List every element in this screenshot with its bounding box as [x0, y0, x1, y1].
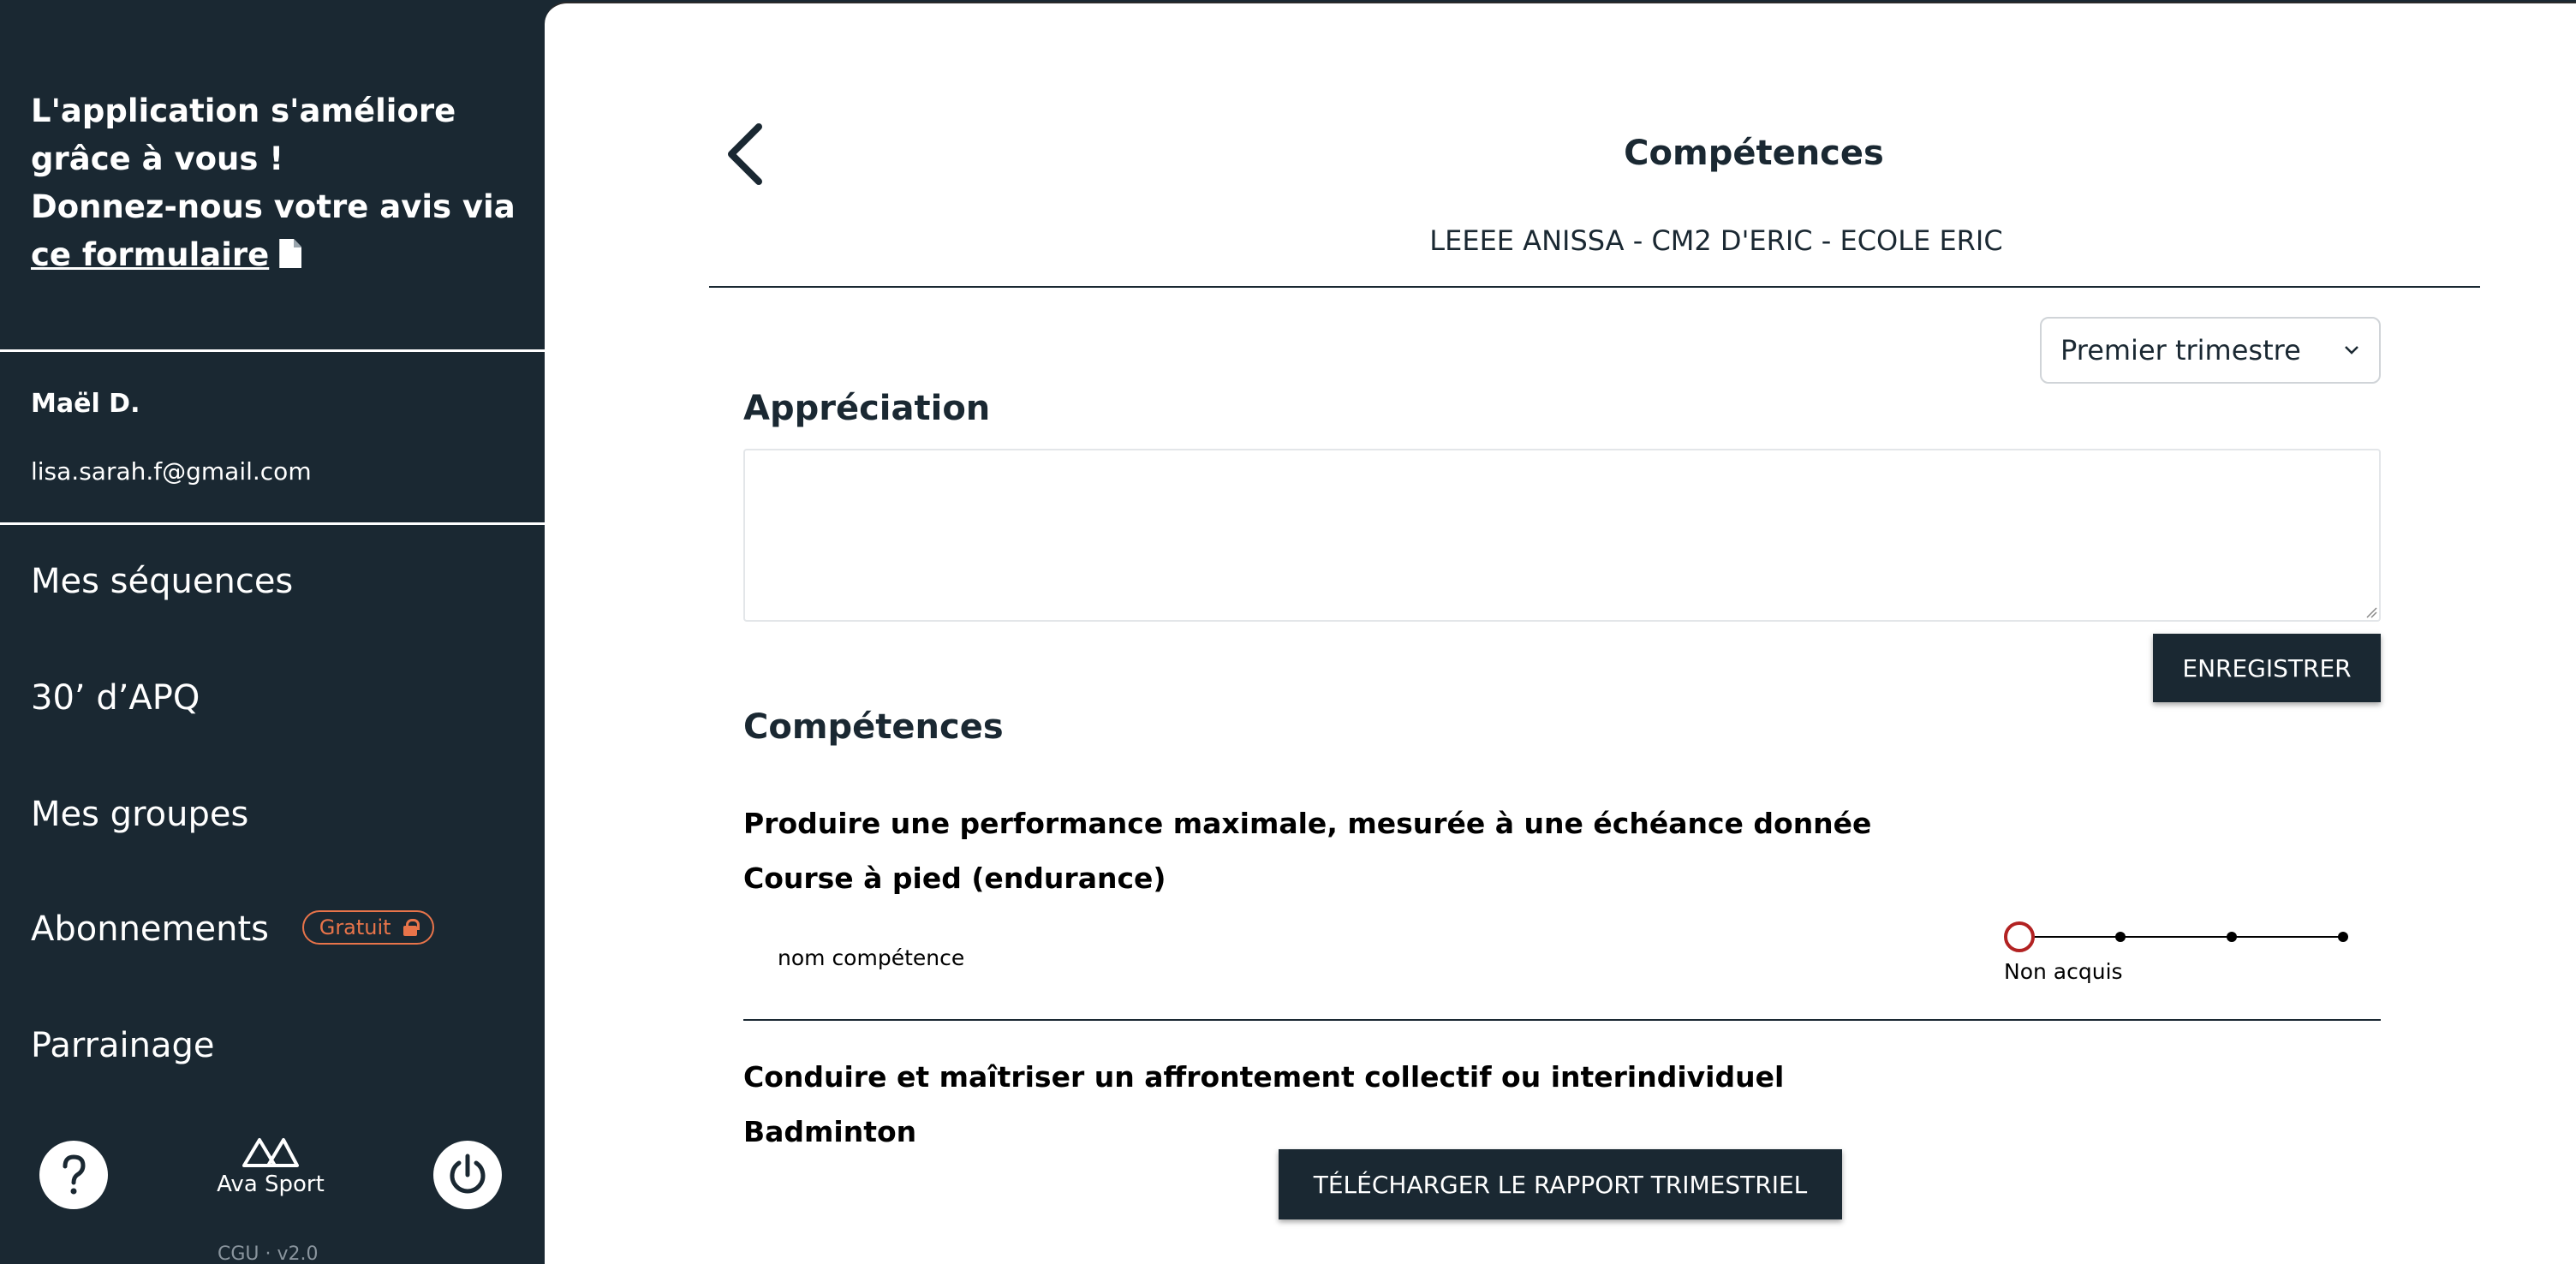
- feedback-line-3: Donnez-nous votre avis via: [31, 188, 516, 225]
- save-button[interactable]: ENREGISTRER: [2153, 634, 2381, 702]
- appreciation-textarea[interactable]: [743, 449, 2381, 622]
- sidebar-divider: [0, 522, 545, 525]
- user-email: lisa.sarah.f@gmail.com: [31, 457, 312, 486]
- skill-name: nom compétence: [778, 945, 965, 970]
- logout-button[interactable]: [433, 1141, 502, 1209]
- feedback-line-1: L'application s'améliore: [31, 92, 456, 129]
- period-select[interactable]: Premier trimestre: [2040, 317, 2381, 384]
- competence-goal: Conduire et maîtriser un affrontement co…: [743, 1060, 1785, 1094]
- power-icon: [450, 1154, 486, 1194]
- skill-divider: [743, 1019, 2381, 1021]
- page-title: Compétences: [1624, 134, 1884, 173]
- sidebar-item-label: Mes groupes: [31, 795, 249, 834]
- feedback-banner: L'application s'améliore grâce à vous ! …: [31, 87, 528, 279]
- level-1-selected[interactable]: [2004, 921, 2035, 952]
- sidebar-item-apq[interactable]: 30’ d’APQ: [31, 678, 200, 718]
- user-name: Maël D.: [31, 389, 140, 419]
- competence-goal: Produire une performance maximale, mesur…: [743, 807, 1872, 840]
- document-icon: [279, 239, 302, 268]
- help-icon: [63, 1154, 86, 1195]
- skill-level-label: Non acquis: [2004, 959, 2123, 984]
- appreciation-title: Appréciation: [743, 389, 991, 428]
- feedback-form-link[interactable]: ce formulaire: [31, 236, 269, 273]
- sidebar-divider: [0, 349, 545, 352]
- level-2[interactable]: [2115, 932, 2126, 942]
- logo-text: Ava Sport: [217, 1172, 325, 1197]
- sidebar-item-sequences[interactable]: Mes séquences: [31, 562, 293, 601]
- sidebar-item-subscriptions[interactable]: Abonnements Gratuit: [31, 909, 434, 949]
- help-button[interactable]: [39, 1141, 108, 1209]
- chevron-down-icon: [2345, 346, 2358, 355]
- competence-activity: Course à pied (endurance): [743, 862, 1166, 895]
- lock-icon: [402, 919, 420, 936]
- plan-badge[interactable]: Gratuit: [301, 910, 434, 945]
- plan-badge-label: Gratuit: [319, 915, 391, 939]
- page-title-row: Compétences: [545, 134, 2576, 173]
- download-report-button[interactable]: TÉLÉCHARGER LE RAPPORT TRIMESTRIEL: [1279, 1149, 1842, 1219]
- competences-title: Compétences: [743, 707, 1004, 747]
- sidebar-item-label: 30’ d’APQ: [31, 678, 200, 718]
- period-select-value: Premier trimestre: [2060, 334, 2301, 367]
- student-info-row: LEEEE ANISSA - CM2 D'ERIC - ECOLE ERIC: [545, 224, 2576, 257]
- skill-level-scale[interactable]: [2002, 920, 2362, 954]
- mountain-logo-icon: [242, 1138, 299, 1167]
- level-4[interactable]: [2338, 932, 2348, 942]
- sidebar-item-referral[interactable]: Parrainage: [31, 1026, 215, 1065]
- student-info: LEEEE ANISSA - CM2 D'ERIC - ECOLE ERIC: [1429, 224, 2003, 257]
- resize-grip-icon[interactable]: [2365, 606, 2377, 618]
- feedback-line-2: grâce à vous !: [31, 140, 284, 177]
- competence-activity: Badminton: [743, 1115, 917, 1148]
- sidebar-item-label: Parrainage: [31, 1026, 215, 1065]
- ava-sport-logo: Ava Sport: [214, 1136, 327, 1197]
- save-button-label: ENREGISTRER: [2182, 653, 2352, 683]
- sidebar-item-groups[interactable]: Mes groupes: [31, 795, 248, 834]
- footer-links[interactable]: CGU · v2.0: [218, 1243, 319, 1264]
- header-divider: [709, 286, 2480, 288]
- level-3[interactable]: [2227, 932, 2237, 942]
- download-report-label: TÉLÉCHARGER LE RAPPORT TRIMESTRIEL: [1313, 1170, 1808, 1199]
- sidebar-item-label: Mes séquences: [31, 562, 294, 601]
- main-panel: Compétences LEEEE ANISSA - CM2 D'ERIC - …: [545, 2, 2576, 1264]
- sidebar-item-label: Abonnements: [31, 909, 269, 949]
- sidebar: L'application s'améliore grâce à vous ! …: [0, 0, 545, 1264]
